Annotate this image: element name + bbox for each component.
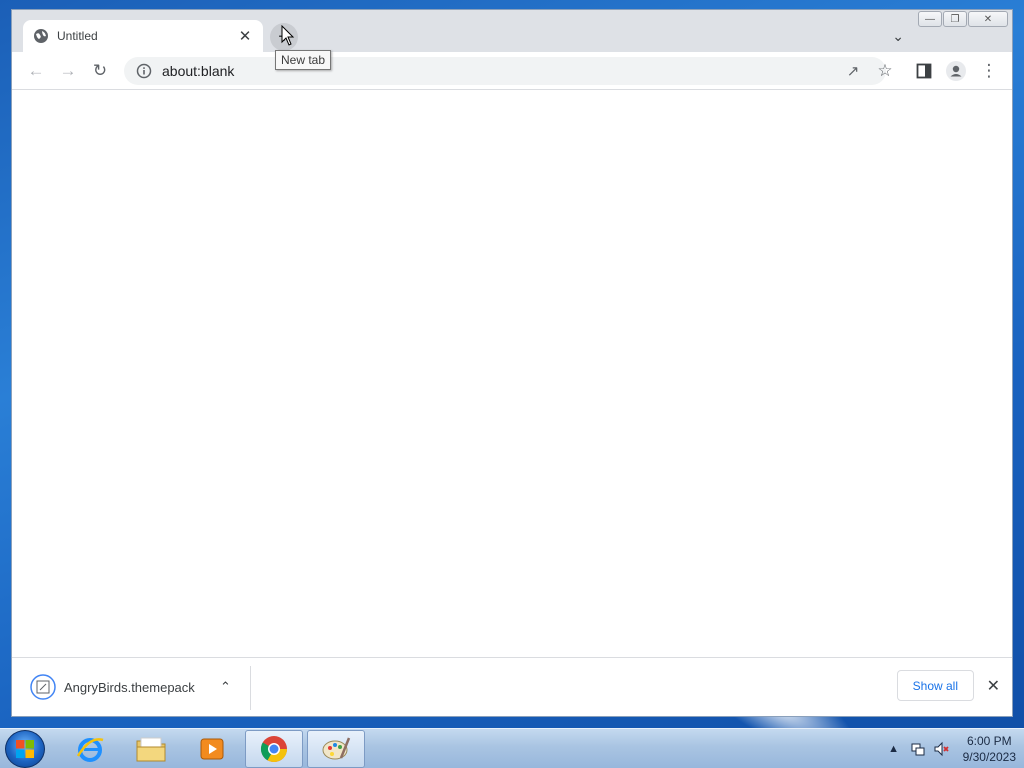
- tab-untitled[interactable]: Untitled ✕: [23, 20, 263, 52]
- divider: [250, 666, 251, 710]
- taskbar-media-player[interactable]: [183, 730, 241, 768]
- system-clock[interactable]: 6:00 PM 9/30/2023: [963, 733, 1016, 765]
- media-player-icon: [200, 738, 224, 760]
- page-content: [12, 90, 1012, 657]
- taskbar-paint[interactable]: [307, 730, 365, 768]
- side-panel-icon[interactable]: [914, 61, 934, 81]
- new-tab-tooltip: New tab: [275, 50, 332, 70]
- windows-logo-icon: [16, 740, 34, 758]
- network-icon[interactable]: [909, 740, 927, 758]
- paint-palette-icon: [322, 737, 351, 760]
- download-filename: AngryBirds.themepack: [64, 679, 195, 695]
- system-tray: ▲ 6:00 PM 9/30/2023: [885, 729, 1016, 768]
- profile-avatar-icon[interactable]: [946, 61, 966, 81]
- taskbar-file-explorer[interactable]: [122, 730, 180, 768]
- tab-title: Untitled: [57, 29, 98, 43]
- show-all-button[interactable]: Show all: [896, 670, 974, 701]
- tab-search-chevron-icon[interactable]: ⌄: [892, 28, 904, 45]
- taskbar: ▲ 6:00 PM 9/30/2023: [0, 728, 1024, 768]
- tab-close-icon[interactable]: ✕: [237, 27, 253, 45]
- share-icon[interactable]: ↗: [843, 61, 863, 81]
- bookmark-star-icon[interactable]: ☆: [875, 61, 895, 81]
- kebab-menu-icon[interactable]: ⋮: [979, 61, 999, 81]
- info-icon[interactable]: [136, 63, 152, 79]
- globe-icon: [34, 29, 48, 43]
- toolbar: ← → ↻ about:blank ↗ ☆ ⋮: [12, 52, 1012, 90]
- taskbar-chrome[interactable]: [245, 730, 303, 768]
- reload-icon[interactable]: ↻: [90, 61, 110, 81]
- back-icon[interactable]: ←: [26, 61, 46, 81]
- show-hidden-icons-icon[interactable]: ▲: [885, 740, 903, 758]
- forward-icon[interactable]: →: [58, 61, 78, 81]
- chrome-icon: [260, 736, 288, 763]
- close-download-bar-icon[interactable]: ✕: [987, 676, 1000, 696]
- internet-explorer-icon: [76, 738, 104, 762]
- start-button[interactable]: [5, 730, 45, 768]
- clock-time: 6:00 PM: [966, 734, 1012, 748]
- file-icon: [30, 674, 56, 700]
- tab-strip: Untitled ✕ + ⌄: [12, 10, 1012, 52]
- download-bar: AngryBirds.themepack ⌃ Show all ✕: [12, 657, 1012, 716]
- volume-muted-icon[interactable]: [933, 740, 951, 758]
- url-text: about:blank: [162, 63, 235, 79]
- taskbar-internet-explorer[interactable]: [61, 730, 119, 768]
- folder-icon: [136, 737, 166, 762]
- clock-date: 9/30/2023: [962, 750, 1016, 764]
- address-bar[interactable]: about:blank: [124, 57, 886, 85]
- chevron-up-icon[interactable]: ⌃: [220, 679, 231, 695]
- mouse-cursor-icon: [281, 25, 295, 46]
- chrome-window: — ❐ ✕ Untitled ✕ + ⌄ ← → ↻ about:blank ↗: [11, 9, 1013, 717]
- download-item[interactable]: AngryBirds.themepack ⌃: [30, 673, 231, 701]
